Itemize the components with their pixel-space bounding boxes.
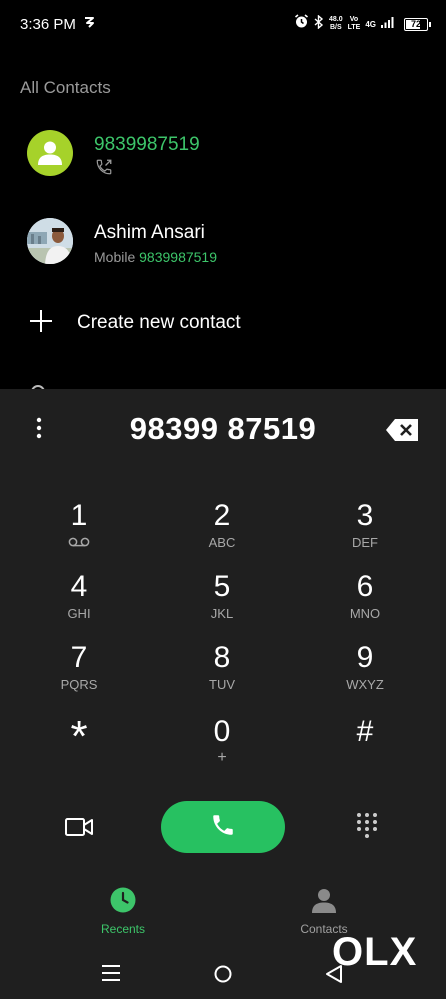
contact-row-ashim[interactable]: Ashim Ansari Mobile 9839987519 xyxy=(0,218,446,288)
voicemail-icon xyxy=(24,535,134,551)
key-8[interactable]: 8 TUV xyxy=(167,641,277,703)
net-speed-unit: B/S xyxy=(329,24,342,31)
volte-indicator: Vo LTE xyxy=(348,16,361,32)
key-digit: 3 xyxy=(356,499,374,532)
contact-sub: Mobile 9839987519 xyxy=(94,249,217,265)
contact-row-number[interactable]: 9839987519 xyxy=(0,130,446,200)
key-letters: JKL xyxy=(210,606,234,621)
wind-icon xyxy=(82,14,98,35)
key-6[interactable]: 6 MNO xyxy=(310,570,420,632)
key-digit: 1 xyxy=(70,499,88,532)
keypad-toggle-icon[interactable] xyxy=(355,812,379,845)
dialer-panel: 98399 87519 1 2 ABC 3 DEF 4 GHI 5 JKL 6 … xyxy=(0,389,446,999)
key-9[interactable]: 9 WXYZ xyxy=(310,641,420,703)
key-0[interactable]: 0 + xyxy=(167,715,277,777)
person-icon xyxy=(27,130,73,176)
key-letters: ABC xyxy=(208,535,236,550)
alarm-icon xyxy=(294,14,309,34)
key-letters: MNO xyxy=(349,606,381,621)
dialed-number: 98399 87519 xyxy=(129,411,317,446)
key-hash[interactable]: # xyxy=(310,715,420,777)
key-3[interactable]: 3 DEF xyxy=(310,499,420,561)
backspace-icon[interactable] xyxy=(386,419,418,446)
key-digit: 0 xyxy=(213,715,231,748)
contact-name: Ashim Ansari xyxy=(94,222,205,243)
key-digit: # xyxy=(356,715,374,748)
outgoing-call-icon xyxy=(95,158,113,181)
volte-bottom: LTE xyxy=(347,24,361,31)
key-4[interactable]: 4 GHI xyxy=(24,570,134,632)
dialer-screen: 3:36 PM 48.0 B/S Vo LTE 4G 72 All Contac… xyxy=(0,0,446,999)
video-call-icon[interactable] xyxy=(65,817,93,842)
olx-watermark-logo: O L X xyxy=(332,930,417,975)
contact-sub-number: 9839987519 xyxy=(139,249,218,265)
watermark-letter: L xyxy=(364,930,388,974)
call-button[interactable] xyxy=(161,801,285,853)
key-5[interactable]: 5 JKL xyxy=(167,570,277,632)
section-title: All Contacts xyxy=(20,78,111,97)
tab-contacts[interactable]: Contacts xyxy=(264,887,384,936)
key-digit: 9 xyxy=(356,641,374,674)
recent-apps-icon[interactable] xyxy=(101,964,121,987)
contact-name: 9839987519 xyxy=(94,134,200,155)
bluetooth-icon xyxy=(314,13,324,34)
key-digit: 2 xyxy=(213,499,231,532)
status-icons: 48.0 B/S Vo LTE 4G 72 xyxy=(294,13,431,34)
key-digit: * xyxy=(70,712,88,761)
key-star[interactable]: * xyxy=(24,715,134,777)
watermark-letter: O xyxy=(332,930,363,974)
battery-level: 72 xyxy=(410,19,421,29)
watermark-letter: X xyxy=(389,930,417,974)
key-digit: 4 xyxy=(70,570,88,603)
phone-icon xyxy=(210,812,236,843)
tab-recents[interactable]: Recents xyxy=(63,887,183,936)
key-letters: WXYZ xyxy=(346,677,384,692)
net-speed: 48.0 B/S xyxy=(329,16,343,32)
create-contact-label: Create new contact xyxy=(77,312,241,333)
key-letters: + xyxy=(217,749,227,766)
person-icon xyxy=(311,889,337,917)
key-digit: 7 xyxy=(70,641,88,674)
key-digit: 8 xyxy=(213,641,231,674)
clock-icon xyxy=(110,887,136,917)
key-digit: 6 xyxy=(356,570,374,603)
network-type: 4G xyxy=(365,19,376,29)
key-letters: PQRS xyxy=(60,677,98,692)
battery-icon: 72 xyxy=(404,17,431,31)
key-7[interactable]: 7 PQRS xyxy=(24,641,134,703)
home-icon[interactable] xyxy=(213,964,233,989)
key-letters: GHI xyxy=(67,606,91,621)
status-time: 3:36 PM xyxy=(20,16,76,33)
key-2[interactable]: 2 ABC xyxy=(167,499,277,561)
contact-avatar-photo xyxy=(27,218,73,264)
key-letters: DEF xyxy=(352,535,378,550)
key-1[interactable]: 1 xyxy=(24,499,134,561)
net-speed-value: 48.0 xyxy=(329,16,343,23)
status-bar: 3:36 PM 48.0 B/S Vo LTE 4G 72 xyxy=(0,0,446,48)
tab-label: Recents xyxy=(100,922,146,936)
contact-sub-label: Mobile xyxy=(94,249,136,265)
key-digit: 5 xyxy=(213,570,231,603)
plus-icon xyxy=(30,310,52,337)
volte-top: Vo xyxy=(349,16,359,23)
key-letters: TUV xyxy=(209,677,235,692)
signal-icon xyxy=(381,15,395,33)
create-new-contact[interactable]: Create new contact xyxy=(0,300,446,346)
